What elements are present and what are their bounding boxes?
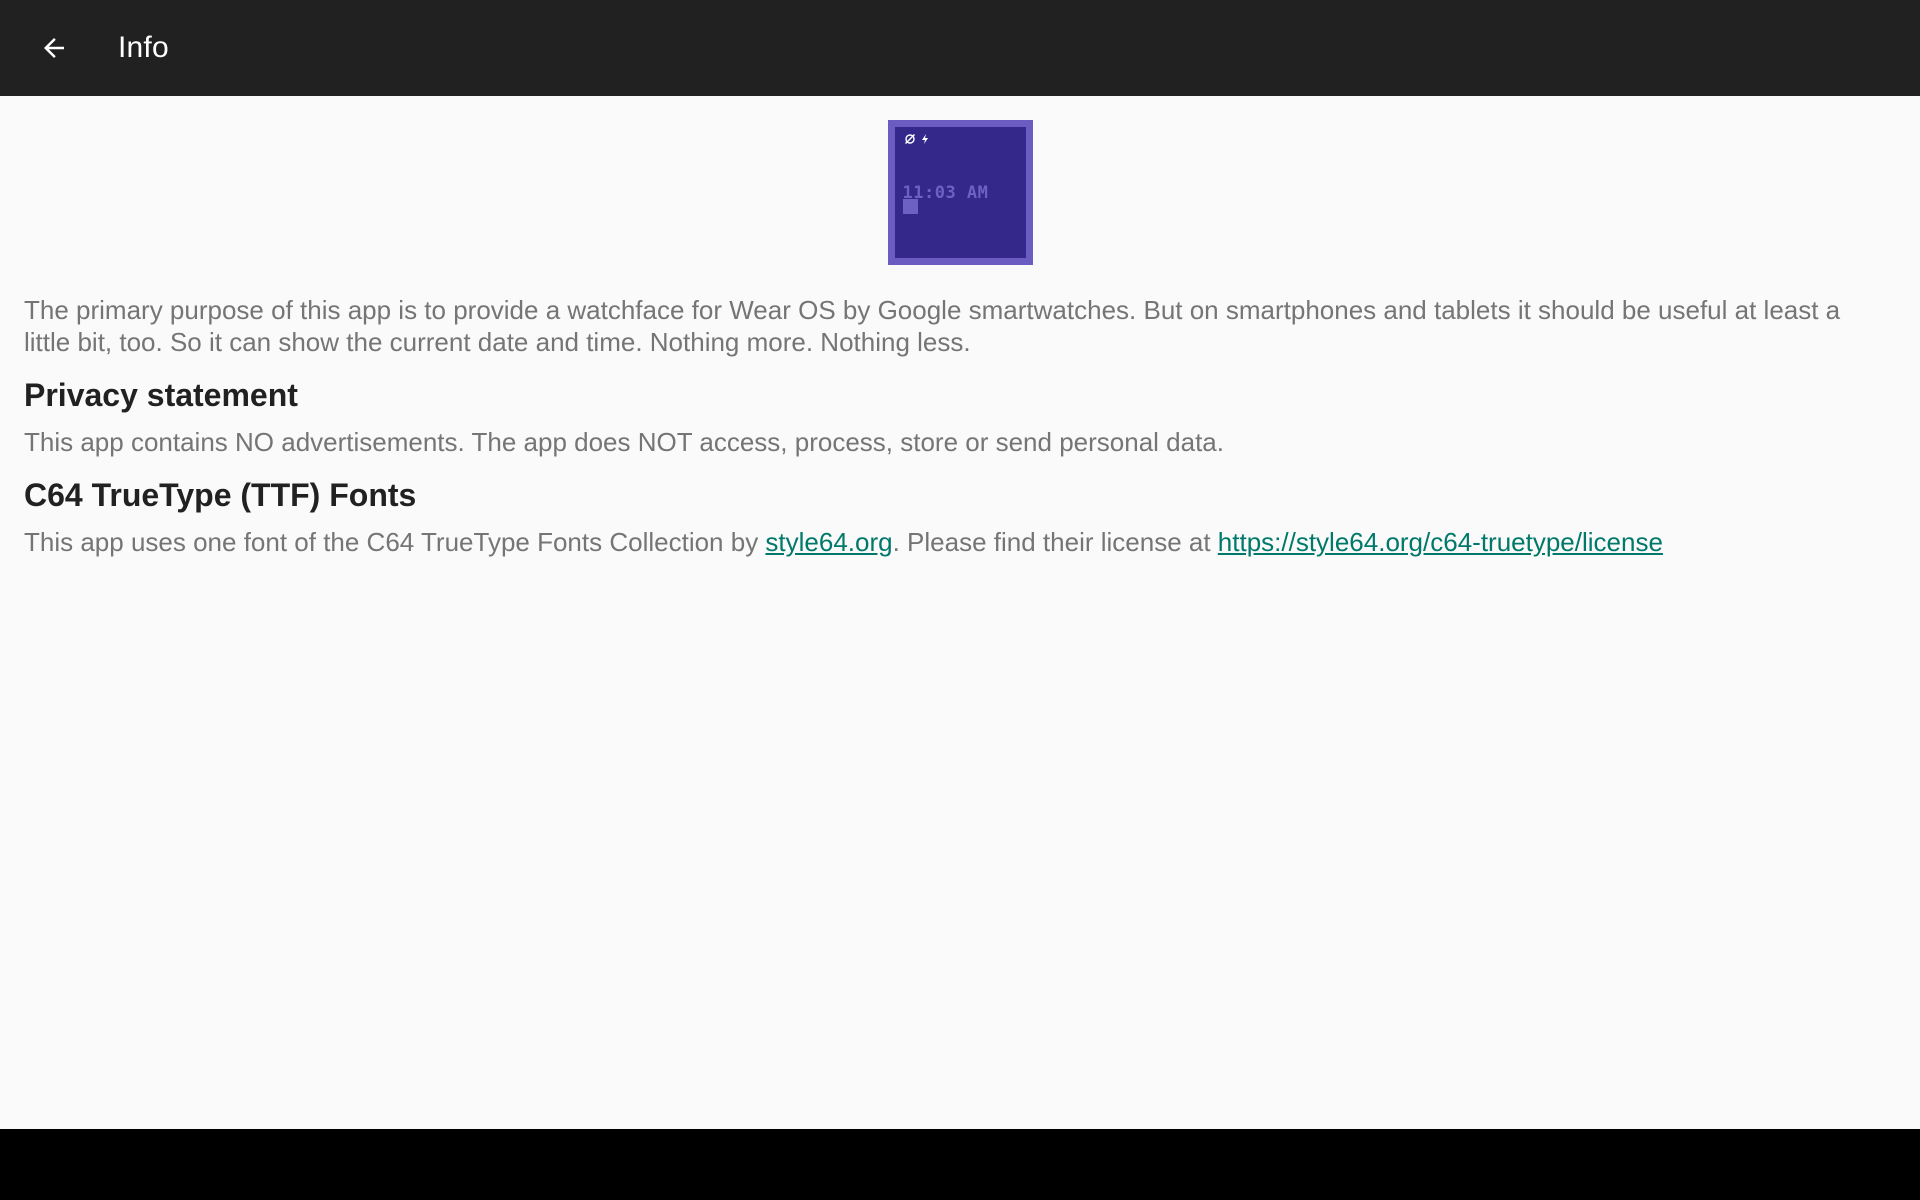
watch-screen: 11:03 AM	[894, 127, 1026, 258]
watch-cursor	[902, 199, 918, 214]
style64-link[interactable]: style64.org	[765, 527, 892, 557]
fonts-heading: C64 TrueType (TTF) Fonts	[24, 477, 417, 513]
app-bar: Info	[0, 0, 1920, 96]
system-navigation-bar	[0, 1129, 1920, 1200]
ambient-mode-icon	[904, 134, 915, 144]
charging-icon	[921, 134, 928, 144]
fonts-text-before: This app uses one font of the C64 TrueTy…	[24, 527, 766, 557]
arrow-back-icon	[44, 38, 64, 58]
page-title: Info	[118, 31, 169, 64]
back-button[interactable]	[26, 20, 82, 76]
license-link[interactable]: https://style64.org/c64-truetype/license	[1218, 527, 1663, 557]
privacy-text: This app contains NO advertisements. The…	[24, 427, 1224, 457]
fonts-text: This app uses one font of the C64 TrueTy…	[24, 526, 1896, 558]
watch-status-icons	[904, 133, 931, 145]
watchface-preview-container: 11:03 AM	[24, 120, 1896, 265]
info-content: 11:03 AM The primary purpose of this app…	[0, 96, 1920, 1129]
fonts-text-middle: . Please find their license at	[892, 527, 1218, 557]
privacy-heading: Privacy statement	[24, 377, 298, 413]
watchface-preview: 11:03 AM	[887, 120, 1033, 265]
app-description: The primary purpose of this app is to pr…	[24, 295, 1841, 357]
